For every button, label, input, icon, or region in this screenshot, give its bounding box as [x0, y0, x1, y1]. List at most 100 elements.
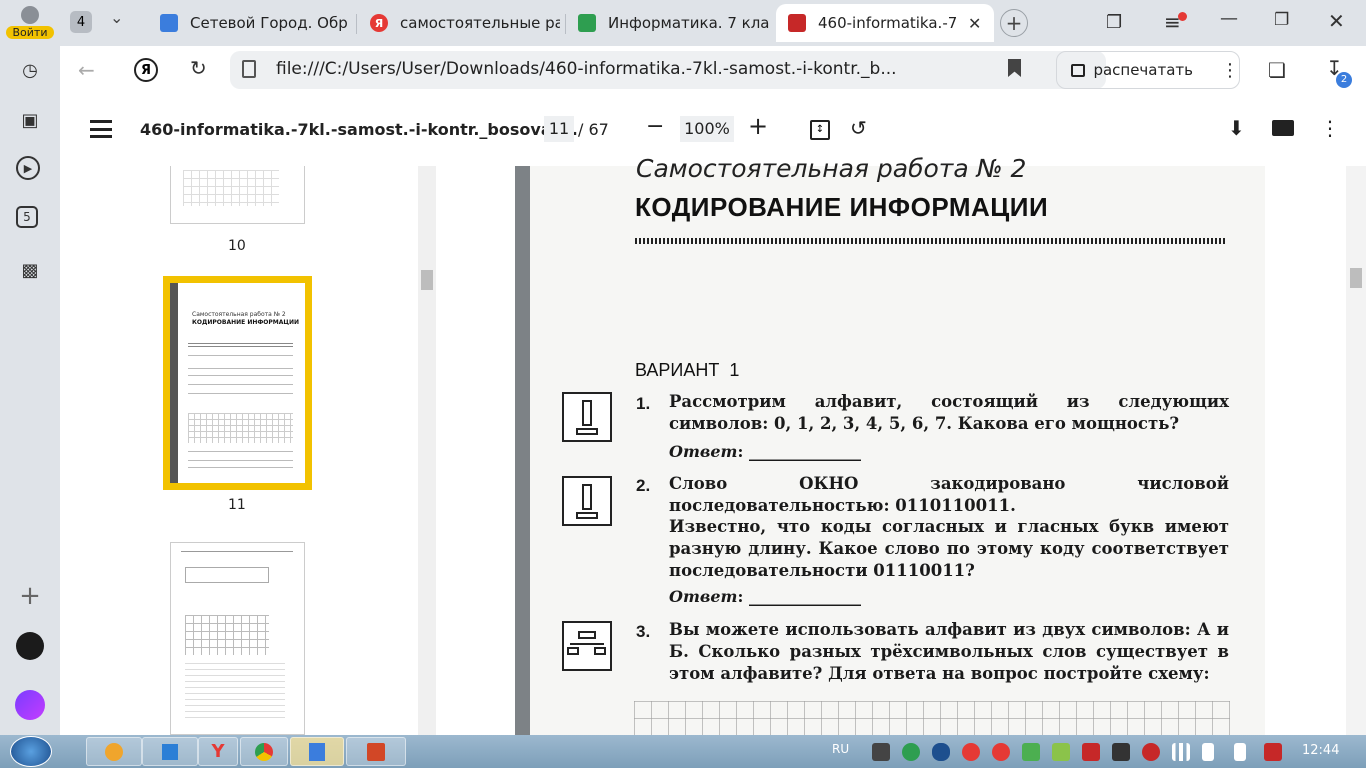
downloads-badge: 2	[1336, 72, 1352, 88]
yandex-home-icon[interactable]: Я	[134, 58, 158, 82]
yandex-favicon: Я	[370, 14, 388, 32]
q1-answer-label: Ответ	[669, 442, 738, 461]
tray-icon-5[interactable]	[992, 743, 1010, 761]
history-icon[interactable]: ◷	[16, 56, 44, 84]
tray-icon-4[interactable]	[962, 743, 980, 761]
tab-4-active[interactable]: 460-informatika.-7 ✕	[776, 4, 994, 42]
pdf-page: Самостоятельная работа № 2 КОДИРОВАНИЕ И…	[515, 154, 1265, 735]
q2-text-continued: Известно, что коды согласных и гласных б…	[669, 517, 1229, 580]
play-icon[interactable]: ▶	[16, 156, 40, 180]
taskbar-explorer[interactable]	[290, 737, 344, 766]
taskbar-chrome[interactable]	[240, 737, 288, 766]
extensions-icon[interactable]: ❏	[1268, 58, 1286, 82]
q2-answer-line: : ______________	[737, 587, 861, 606]
zoom-level-input[interactable]: 100%	[680, 116, 734, 142]
print-button[interactable]: распечатать ⋮	[1056, 51, 1240, 89]
print-icon[interactable]	[1272, 120, 1294, 136]
viewer-scrollbar[interactable]	[1346, 166, 1366, 735]
thumbnail-page-12[interactable]	[170, 542, 305, 735]
taskbar-yandex[interactable]: Y	[198, 737, 238, 766]
media-icon	[162, 743, 178, 760]
reload-icon[interactable]: ↻	[190, 56, 207, 80]
fit-page-icon[interactable]: ↕	[810, 120, 830, 140]
tray-icon-8[interactable]	[1082, 743, 1100, 761]
q2-answer: Ответ: ______________	[669, 587, 861, 606]
bookmark-window-icon[interactable]: ❐	[1106, 12, 1122, 33]
maximize-icon[interactable]: ❐	[1274, 10, 1289, 30]
language-indicator[interactable]: RU	[832, 742, 849, 756]
network-icon[interactable]	[1172, 743, 1190, 761]
tray-icon-1[interactable]	[872, 743, 890, 761]
more-options-icon[interactable]: ⋮	[1221, 60, 1239, 81]
login-label: Войти	[6, 26, 54, 39]
thumbnail-scrollbar-thumb[interactable]	[421, 270, 433, 290]
tab-3-title: Информатика. 7 кла	[608, 14, 770, 32]
thumbnail-page-10[interactable]	[170, 166, 305, 224]
tab-4-title: 460-informatika.-7	[818, 14, 958, 32]
tray-icon-10[interactable]	[1142, 743, 1160, 761]
collections-icon[interactable]: ▣	[16, 106, 44, 134]
tray-icon-14[interactable]	[1264, 743, 1282, 761]
print-label: распечатать	[1093, 61, 1193, 79]
yandex-taskbar-icon: Y	[211, 741, 225, 762]
bluetooth-icon[interactable]	[932, 743, 950, 761]
add-panel-icon[interactable]: +	[16, 581, 44, 611]
tray-icon-2[interactable]	[902, 743, 920, 761]
back-icon[interactable]: ←	[78, 58, 95, 82]
q3-diagram-icon	[562, 621, 612, 671]
zoom-out-icon[interactable]: −	[646, 114, 664, 139]
user-icon	[21, 6, 39, 24]
minimize-icon[interactable]: —	[1220, 8, 1238, 29]
close-tab-icon[interactable]: ✕	[968, 14, 981, 33]
notification-dot-icon	[1178, 12, 1187, 21]
tab-1[interactable]: Сетевой Город. Обр	[160, 4, 356, 42]
q2-number: 2.	[636, 476, 651, 495]
tray-icon-7[interactable]	[1052, 743, 1070, 761]
tab-2-title: самостоятельные ра	[400, 14, 560, 32]
tab-3[interactable]: Информатика. 7 кла	[578, 4, 773, 42]
thumbnail-page-11-selected[interactable]: Самостоятельная работа № 2 КОДИРОВАНИЕ И…	[163, 276, 312, 490]
taskbar-ie[interactable]	[86, 737, 142, 766]
screenshot-icon[interactable]: ▩	[16, 256, 44, 284]
tab-1-title: Сетевой Город. Обр	[190, 14, 348, 32]
pdf-favicon	[788, 14, 806, 32]
sidebar-menu-icon[interactable]	[90, 120, 112, 138]
taskbar-media[interactable]	[142, 737, 198, 766]
profile-button[interactable]: Войти	[6, 6, 54, 42]
tray-icon-6[interactable]	[1022, 743, 1040, 761]
rotate-icon[interactable]: ↺	[850, 116, 867, 140]
tray-icon-9[interactable]	[1112, 743, 1130, 761]
taskbar-powerpoint[interactable]	[346, 737, 406, 766]
tab-counter[interactable]: 4	[70, 11, 92, 33]
mini-heading: КОДИРОВАНИЕ ИНФОРМАЦИИ	[192, 319, 300, 326]
q2-answer-label: Ответ	[669, 587, 738, 606]
close-window-icon[interactable]: ✕	[1328, 9, 1345, 33]
url-field[interactable]: file:///C:/Users/User/Downloads/460-info…	[230, 51, 1106, 89]
download-icon[interactable]: ⬇	[1228, 116, 1245, 140]
tabs-dropdown-icon[interactable]: ⌄	[110, 8, 123, 27]
heading-rule	[635, 238, 1227, 244]
start-button-icon[interactable]	[10, 736, 52, 767]
globe-icon	[105, 742, 123, 761]
total-pages: / 67	[578, 120, 609, 139]
windows-taskbar: Y RU 12:44	[0, 735, 1366, 768]
pdf-more-icon[interactable]: ⋮	[1320, 116, 1340, 140]
page-number-input[interactable]: 11	[544, 116, 574, 142]
bookmark-icon[interactable]	[1008, 59, 1021, 77]
volume-icon[interactable]	[1202, 743, 1214, 761]
alice-icon[interactable]	[15, 690, 45, 720]
battery-icon[interactable]	[1234, 743, 1246, 761]
zoom-in-icon[interactable]: +	[748, 112, 768, 140]
clock[interactable]: 12:44	[1302, 743, 1339, 758]
thumbnail-label-10: 10	[228, 238, 246, 254]
answer-grid	[634, 701, 1230, 735]
new-tab-button[interactable]: +	[1000, 9, 1028, 37]
pdf-title: 460-informatika.-7kl.-samost.-i-kontr._b…	[140, 120, 578, 139]
q3-text: Вы можете использовать алфавит из двух с…	[669, 620, 1229, 683]
viewer-scrollbar-thumb[interactable]	[1350, 268, 1362, 288]
thumbnail-scrollbar[interactable]	[418, 166, 436, 735]
powerpoint-icon	[367, 742, 385, 761]
tab-2[interactable]: Ясамостоятельные ра	[370, 4, 560, 42]
alice-status-icon[interactable]	[16, 632, 44, 660]
zen-badge-icon[interactable]: 5	[16, 206, 38, 228]
